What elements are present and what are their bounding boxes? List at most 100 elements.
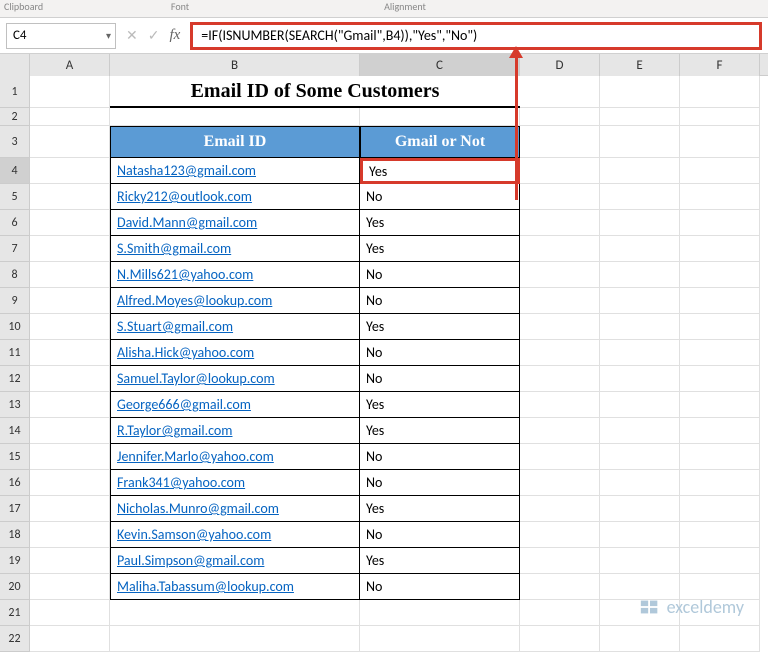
cell-a2[interactable]: [30, 108, 110, 126]
row-header-4[interactable]: 4: [0, 158, 30, 184]
cell-e16[interactable]: [600, 470, 680, 496]
cell-e12[interactable]: [600, 366, 680, 392]
email-link[interactable]: Kevin.Samson@yahoo.com: [117, 526, 271, 543]
cell-d9[interactable]: [520, 288, 600, 314]
cell-f19[interactable]: [680, 548, 760, 574]
col-header-e[interactable]: E: [600, 54, 680, 76]
cell-b15[interactable]: Jennifer.Marlo@yahoo.com: [110, 444, 360, 470]
cell-d8[interactable]: [520, 262, 600, 288]
cell-c16[interactable]: No: [360, 470, 520, 496]
email-link[interactable]: Natasha123@gmail.com: [117, 162, 256, 179]
cell-c15[interactable]: No: [360, 444, 520, 470]
header-email[interactable]: Email ID: [110, 126, 360, 158]
cell-e17[interactable]: [600, 496, 680, 522]
row-header-8[interactable]: 8: [0, 262, 30, 288]
cell-e3[interactable]: [600, 126, 680, 158]
row-header-18[interactable]: 18: [0, 522, 30, 548]
email-link[interactable]: Frank341@yahoo.com: [117, 474, 245, 491]
row-header-5[interactable]: 5: [0, 184, 30, 210]
cell-b4[interactable]: Natasha123@gmail.com: [110, 158, 360, 184]
email-link[interactable]: Maliha.Tabassum@lookup.com: [117, 578, 294, 595]
row-header-13[interactable]: 13: [0, 392, 30, 418]
select-all-corner[interactable]: [0, 54, 30, 76]
cell-e9[interactable]: [600, 288, 680, 314]
email-link[interactable]: David.Mann@gmail.com: [117, 214, 257, 231]
cell-c19[interactable]: Yes: [360, 548, 520, 574]
cell-e6[interactable]: [600, 210, 680, 236]
cell-d22[interactable]: [520, 626, 600, 652]
cell-c22[interactable]: [360, 626, 520, 652]
cell-f2[interactable]: [680, 108, 760, 126]
cell-e5[interactable]: [600, 184, 680, 210]
cell-f15[interactable]: [680, 444, 760, 470]
cell-d11[interactable]: [520, 340, 600, 366]
cell-e1[interactable]: [600, 76, 680, 108]
row-header-19[interactable]: 19: [0, 548, 30, 574]
row-header-22[interactable]: 22: [0, 626, 30, 652]
cell-e10[interactable]: [600, 314, 680, 340]
cell-a3[interactable]: [30, 126, 110, 158]
cell-f17[interactable]: [680, 496, 760, 522]
cell-d15[interactable]: [520, 444, 600, 470]
email-link[interactable]: Ricky212@outlook.com: [117, 188, 252, 205]
cell-a6[interactable]: [30, 210, 110, 236]
cell-f5[interactable]: [680, 184, 760, 210]
cell-e13[interactable]: [600, 392, 680, 418]
cell-a17[interactable]: [30, 496, 110, 522]
cell-f18[interactable]: [680, 522, 760, 548]
cell-a7[interactable]: [30, 236, 110, 262]
cell-a15[interactable]: [30, 444, 110, 470]
cell-f7[interactable]: [680, 236, 760, 262]
cell-b11[interactable]: Alisha.Hick@yahoo.com: [110, 340, 360, 366]
email-link[interactable]: Samuel.Taylor@lookup.com: [117, 370, 275, 387]
cell-f22[interactable]: [680, 626, 760, 652]
cell-e2[interactable]: [600, 108, 680, 126]
cell-c2[interactable]: [360, 108, 520, 126]
col-header-c[interactable]: C: [360, 54, 520, 76]
cell-d10[interactable]: [520, 314, 600, 340]
name-box[interactable]: C4 ▾: [6, 23, 116, 49]
cell-c5[interactable]: No: [360, 184, 520, 210]
cell-d5[interactable]: [520, 184, 600, 210]
formula-bar[interactable]: =IF(ISNUMBER(SEARCH("Gmail",B4)),"Yes","…: [190, 22, 762, 50]
cell-c11[interactable]: No: [360, 340, 520, 366]
cell-d1[interactable]: [520, 76, 600, 108]
cell-b5[interactable]: Ricky212@outlook.com: [110, 184, 360, 210]
cell-d19[interactable]: [520, 548, 600, 574]
enter-icon[interactable]: ✓: [148, 27, 160, 44]
cell-f13[interactable]: [680, 392, 760, 418]
row-header-9[interactable]: 9: [0, 288, 30, 314]
col-header-a[interactable]: A: [30, 54, 110, 76]
cell-f10[interactable]: [680, 314, 760, 340]
cell-c8[interactable]: No: [360, 262, 520, 288]
cell-b9[interactable]: Alfred.Moyes@lookup.com: [110, 288, 360, 314]
email-link[interactable]: R.Taylor@gmail.com: [117, 422, 232, 439]
cell-a14[interactable]: [30, 418, 110, 444]
cell-d4[interactable]: [520, 158, 600, 184]
cell-e11[interactable]: [600, 340, 680, 366]
cell-d20[interactable]: [520, 574, 600, 600]
cell-a16[interactable]: [30, 470, 110, 496]
cell-b18[interactable]: Kevin.Samson@yahoo.com: [110, 522, 360, 548]
cell-b8[interactable]: N.Mills621@yahoo.com: [110, 262, 360, 288]
cell-a1[interactable]: [30, 76, 110, 108]
row-header-3[interactable]: 3: [0, 126, 30, 158]
cell-a21[interactable]: [30, 600, 110, 626]
cell-c20[interactable]: No: [360, 574, 520, 600]
col-header-f[interactable]: F: [680, 54, 760, 76]
cell-b22[interactable]: [110, 626, 360, 652]
header-gmail[interactable]: Gmail or Not: [360, 126, 520, 158]
row-header-2[interactable]: 2: [0, 108, 30, 126]
cell-b13[interactable]: George666@gmail.com: [110, 392, 360, 418]
email-link[interactable]: N.Mills621@yahoo.com: [117, 266, 253, 283]
cell-c6[interactable]: Yes: [360, 210, 520, 236]
row-header-17[interactable]: 17: [0, 496, 30, 522]
email-link[interactable]: Jennifer.Marlo@yahoo.com: [117, 448, 274, 465]
cell-e8[interactable]: [600, 262, 680, 288]
cell-d12[interactable]: [520, 366, 600, 392]
cell-b16[interactable]: Frank341@yahoo.com: [110, 470, 360, 496]
cell-e22[interactable]: [600, 626, 680, 652]
cell-d13[interactable]: [520, 392, 600, 418]
cell-e15[interactable]: [600, 444, 680, 470]
row-header-11[interactable]: 11: [0, 340, 30, 366]
